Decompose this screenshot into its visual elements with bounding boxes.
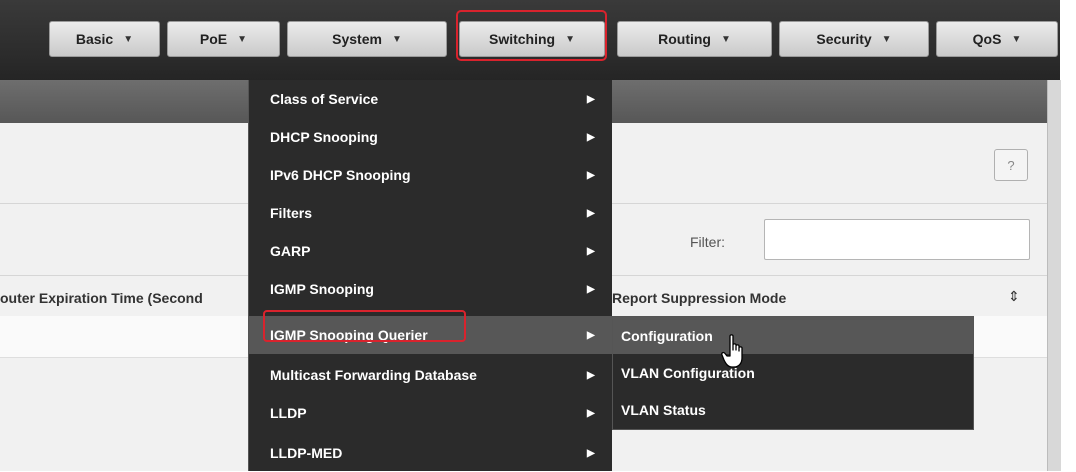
tab-routing[interactable]: Routing ▼ — [617, 21, 772, 57]
tab-basic[interactable]: Basic ▼ — [49, 21, 160, 57]
tab-label: Routing — [658, 31, 711, 47]
chevron-right-icon: ▶ — [587, 283, 595, 295]
tab-label: QoS — [972, 31, 1002, 47]
chevron-right-icon: ▶ — [587, 245, 595, 257]
menu-item-label: IGMP Snooping — [270, 281, 374, 297]
menu-item-ipv6-dhcp-snooping[interactable]: IPv6 DHCP Snooping ▶ — [249, 156, 612, 194]
scrollbar[interactable] — [1047, 80, 1061, 471]
switching-highlight-box — [456, 10, 607, 61]
tab-label: PoE — [199, 31, 228, 47]
chevron-right-icon: ▶ — [587, 93, 595, 105]
menu-item-filters[interactable]: Filters ▶ — [249, 194, 612, 232]
tab-system[interactable]: System ▼ — [287, 21, 447, 57]
menu-item-label: GARP — [270, 243, 311, 259]
caret-down-icon: ▼ — [391, 33, 402, 45]
tab-qos[interactable]: QoS ▼ — [936, 21, 1058, 57]
hand-cursor-icon — [721, 334, 743, 368]
igmp-querier-submenu: Configuration VLAN Configuration VLAN St… — [612, 316, 974, 430]
chevron-right-icon: ▶ — [587, 407, 595, 419]
tab-security[interactable]: Security ▼ — [779, 21, 929, 57]
menu-item-lldp[interactable]: LLDP ▶ — [249, 394, 612, 432]
caret-down-icon: ▼ — [1011, 33, 1022, 45]
tab-poe[interactable]: PoE ▼ — [167, 21, 280, 57]
menu-item-multicast-forwarding-database[interactable]: Multicast Forwarding Database ▶ — [249, 356, 612, 394]
chevron-right-icon: ▶ — [587, 169, 595, 181]
menu-item-label: IPv6 DHCP Snooping — [270, 167, 411, 183]
chevron-right-icon: ▶ — [587, 369, 595, 381]
menu-item-label: LLDP-MED — [270, 445, 343, 461]
menu-item-label: Class of Service — [270, 91, 379, 107]
filter-label: Filter: — [690, 234, 725, 250]
chevron-right-icon: ▶ — [587, 207, 595, 219]
caret-down-icon: ▼ — [123, 33, 134, 45]
submenu-item-configuration[interactable]: Configuration — [613, 317, 973, 354]
caret-down-icon: ▼ — [720, 33, 731, 45]
filter-input[interactable] — [764, 219, 1030, 260]
menu-item-igmp-snooping[interactable]: IGMP Snooping ▶ — [249, 270, 612, 308]
submenu-item-vlan-status[interactable]: VLAN Status — [613, 391, 973, 428]
menu-item-class-of-service[interactable]: Class of Service ▶ — [249, 80, 612, 118]
caret-down-icon: ▼ — [881, 33, 892, 45]
column-header-report-suppression[interactable]: Report Suppression Mode — [612, 290, 786, 306]
chevron-right-icon: ▶ — [587, 329, 595, 341]
menu-item-label: DHCP Snooping — [270, 129, 378, 145]
column-header-router-expiration[interactable]: outer Expiration Time (Second — [0, 290, 203, 306]
menu-item-lldp-med[interactable]: LLDP-MED ▶ — [249, 434, 612, 472]
help-button[interactable]: ? — [994, 149, 1028, 181]
submenu-item-label: Configuration — [621, 327, 713, 344]
menu-item-garp[interactable]: GARP ▶ — [249, 232, 612, 270]
querier-highlight-box — [263, 310, 466, 342]
chevron-right-icon: ▶ — [587, 131, 595, 143]
caret-down-icon: ▼ — [237, 33, 248, 45]
tab-label: Basic — [75, 31, 114, 47]
sort-icon[interactable]: ⇕ — [1008, 288, 1020, 305]
submenu-item-label: VLAN Status — [621, 401, 706, 418]
switching-dropdown-menu: Class of Service ▶ DHCP Snooping ▶ IPv6 … — [248, 80, 612, 471]
menu-item-label: Multicast Forwarding Database — [270, 367, 477, 383]
tab-label: Security — [816, 31, 872, 47]
chevron-right-icon: ▶ — [587, 447, 595, 459]
tab-label: System — [332, 31, 382, 47]
menu-item-dhcp-snooping[interactable]: DHCP Snooping ▶ — [249, 118, 612, 156]
menu-item-label: LLDP — [270, 405, 307, 421]
submenu-item-vlan-configuration[interactable]: VLAN Configuration — [613, 354, 973, 391]
menu-item-label: Filters — [270, 205, 313, 221]
